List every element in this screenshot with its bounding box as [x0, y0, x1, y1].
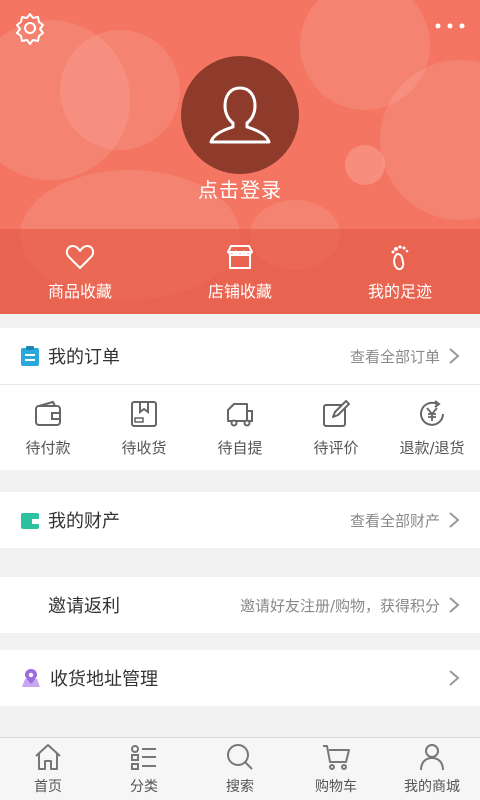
- address-title: 收货地址管理: [50, 669, 158, 690]
- truck-icon: [227, 402, 253, 426]
- fav-store-button[interactable]: 店铺收藏: [160, 229, 320, 314]
- tab-category-label: 分类: [130, 779, 158, 795]
- assets-wallet-icon: [21, 513, 39, 529]
- invite-row[interactable]: 邀请返利 邀请好友注册/购物，获得积分: [0, 577, 480, 633]
- profile-header: 点击登录 商品收藏 店铺收藏 我的足迹: [0, 0, 480, 314]
- fav-goods-label: 商品收藏: [47, 281, 112, 301]
- tab-category[interactable]: 分类: [96, 738, 192, 800]
- pending-receipt-label: 待收货: [121, 438, 167, 457]
- pending-payment-button[interactable]: 待付款: [0, 385, 96, 471]
- package-icon: [131, 400, 157, 427]
- home-icon: [35, 744, 61, 770]
- user-icon: [420, 744, 444, 771]
- chevron-right-icon: [449, 512, 460, 528]
- avatar[interactable]: [181, 56, 299, 174]
- login-link[interactable]: 点击登录: [0, 174, 480, 203]
- fav-store-label: 店铺收藏: [207, 281, 272, 301]
- cart-icon: [323, 745, 350, 770]
- tab-cart-label: 购物车: [315, 779, 357, 795]
- edit-icon: [323, 399, 350, 427]
- tab-cart[interactable]: 购物车: [288, 738, 384, 800]
- pending-payment-label: 待付款: [25, 438, 71, 457]
- view-all-orders-link[interactable]: 查看全部订单: [350, 346, 440, 367]
- tab-my-mall-label: 我的商城: [404, 779, 460, 795]
- map-pin-icon: [22, 669, 40, 687]
- pending-review-label: 待评价: [313, 438, 359, 457]
- invite-title: 邀请返利: [48, 596, 120, 617]
- category-icon: [131, 745, 156, 770]
- refund-label: 退款/退货: [399, 438, 465, 457]
- heart-icon: [65, 244, 95, 269]
- assets-card[interactable]: 我的财产 查看全部财产: [0, 492, 480, 548]
- refund-button[interactable]: 退款/退货: [384, 385, 480, 471]
- bottom-tab-bar: 首页 分类 搜索 购物车 我的商城: [0, 737, 480, 800]
- more-dots-icon[interactable]: [432, 16, 468, 36]
- orders-card: 我的订单 查看全部订单 待付款 待收货 待自提 待评价 退款/退货: [0, 328, 480, 470]
- order-status-row: 待付款 待收货 待自提 待评价 退款/退货: [0, 385, 480, 471]
- user-silhouette-icon: [209, 86, 271, 144]
- pending-pickup-label: 待自提: [217, 438, 263, 457]
- clipboard-icon: [21, 346, 39, 366]
- pending-receipt-button[interactable]: 待收货: [96, 385, 192, 471]
- assets-header[interactable]: 我的财产 查看全部财产: [0, 492, 480, 548]
- tab-home[interactable]: 首页: [0, 738, 96, 800]
- chevron-right-icon: [449, 348, 460, 364]
- orders-title: 我的订单: [48, 347, 120, 368]
- tab-home-label: 首页: [34, 779, 62, 795]
- view-all-assets-link[interactable]: 查看全部财产: [350, 510, 440, 531]
- footprint-button[interactable]: 我的足迹: [320, 229, 480, 314]
- invite-card[interactable]: 邀请返利 邀请好友注册/购物，获得积分: [0, 577, 480, 633]
- refund-icon: [420, 399, 444, 426]
- pending-review-button[interactable]: 待评价: [288, 385, 384, 471]
- invite-description: 邀请好友注册/购物，获得积分: [239, 596, 440, 615]
- tab-my-mall[interactable]: 我的商城: [384, 738, 480, 800]
- search-icon: [227, 744, 253, 770]
- footprint-icon: [391, 244, 409, 270]
- wallet-icon: [35, 400, 61, 426]
- assets-title: 我的财产: [48, 511, 120, 532]
- settings-gear-icon[interactable]: [12, 10, 48, 46]
- chevron-right-icon: [449, 597, 460, 613]
- footprint-label: 我的足迹: [367, 281, 432, 301]
- chevron-right-icon: [449, 670, 460, 686]
- fav-goods-button[interactable]: 商品收藏: [0, 229, 160, 314]
- pending-pickup-button[interactable]: 待自提: [192, 385, 288, 471]
- favorites-bar: 商品收藏 店铺收藏 我的足迹: [0, 229, 480, 314]
- address-card[interactable]: 收货地址管理: [0, 650, 480, 706]
- tab-search-label: 搜索: [226, 779, 254, 795]
- tab-search[interactable]: 搜索: [192, 738, 288, 800]
- store-icon: [227, 244, 253, 269]
- orders-header[interactable]: 我的订单 查看全部订单: [0, 328, 480, 384]
- address-row[interactable]: 收货地址管理: [0, 650, 480, 706]
